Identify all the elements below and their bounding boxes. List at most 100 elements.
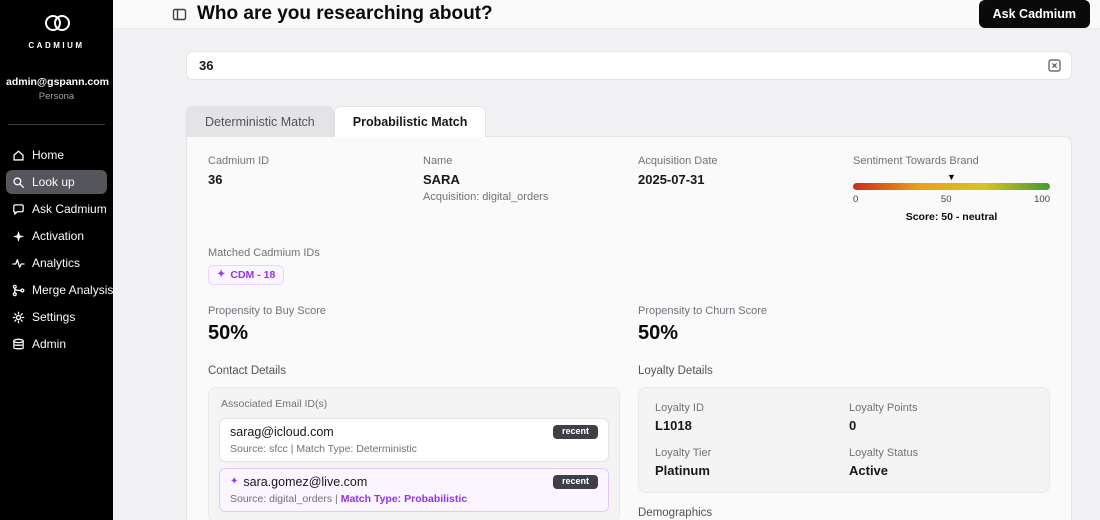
home-icon: [12, 149, 25, 162]
field-value: Active: [849, 462, 889, 478]
loyalty-id-field: Loyalty ID L1018: [655, 402, 839, 433]
email-source: Source: digital_orders | Match Type: Pro…: [230, 493, 598, 505]
sidebar-item-activation[interactable]: Activation: [6, 224, 107, 248]
field-value: 0: [849, 417, 857, 433]
scale-min: 0: [853, 194, 859, 205]
loyalty-details-section: Loyalty Details Loyalty ID L1018 Loyalty…: [638, 365, 1050, 520]
merge-icon: [12, 284, 25, 297]
tab-deterministic-match[interactable]: Deterministic Match: [186, 106, 334, 137]
propensity-churn-field: Propensity to Churn Score 50%: [638, 305, 1050, 345]
field-value: SARA: [423, 172, 460, 187]
content: Deterministic Match Probabilistic Match …: [113, 29, 1100, 520]
emails-card-label: Associated Email ID(s): [221, 397, 328, 410]
field-label: Propensity to Buy Score: [208, 304, 327, 317]
sparkle-icon: ✦: [217, 269, 226, 280]
cadmium-id-field: Cadmium ID 36: [208, 155, 405, 223]
sentiment-label: Sentiment Towards Brand: [853, 155, 979, 167]
sidebar-item-merge-analysis[interactable]: Merge Analysis: [6, 278, 113, 302]
contact-details-title: Contact Details: [208, 364, 286, 377]
field-label: Name: [423, 155, 453, 167]
sentiment-marker-icon: ▼: [947, 172, 956, 182]
matched-ids-label: Matched Cadmium IDs: [208, 247, 320, 259]
sentiment-scale: 0 50 100: [853, 194, 1050, 205]
matched-id-chip-label: CDM - 18: [230, 268, 276, 281]
pulse-icon: [12, 257, 25, 270]
email-address: sarag@icloud.com: [230, 424, 334, 439]
matched-id-chip[interactable]: ✦ CDM - 18: [208, 264, 285, 285]
sentiment-gradient-bar: [853, 183, 1050, 190]
field-label: Loyalty Points: [849, 401, 918, 414]
sidebar-item-label: Ask Cadmium: [32, 202, 107, 216]
sidebar-item-label: Settings: [32, 310, 76, 324]
propensity-buy-value: 50%: [208, 321, 249, 344]
field-value: L1018: [655, 417, 692, 433]
sidebar-toggle-icon[interactable]: [172, 7, 187, 22]
recent-badge: recent: [552, 474, 598, 489]
stack-icon: [12, 338, 25, 351]
gear-icon: [12, 311, 25, 324]
field-label: Cadmium ID: [208, 155, 270, 167]
app-logo: CADMIUM: [6, 12, 107, 50]
demographics-section: Demographics Age 36 Gender F: [638, 507, 1050, 520]
user-email: admin@gspann.com: [6, 76, 110, 88]
clear-input-icon[interactable]: [1047, 58, 1062, 73]
tab-probabilistic-match[interactable]: Probabilistic Match: [333, 106, 487, 137]
field-label: Loyalty ID: [655, 401, 704, 414]
profile-panel: Cadmium ID 36 Name SARA Acquisition: dig…: [186, 136, 1072, 520]
field-label: Acquisition Date: [638, 155, 718, 167]
ask-cadmium-button[interactable]: Ask Cadmium: [978, 0, 1090, 28]
sidebar: CADMIUM admin@gspann.com Persona Home Lo…: [0, 0, 113, 520]
user-role: Persona: [38, 91, 75, 102]
details-row: Contact Details Associated Email ID(s) s…: [208, 365, 1050, 520]
field-label: Propensity to Churn Score: [638, 304, 768, 317]
page-header: Who are you researching about? Ask Cadmi…: [113, 0, 1100, 29]
loyalty-points-field: Loyalty Points 0: [849, 402, 1033, 433]
sidebar-item-label: Admin: [32, 337, 67, 351]
sidebar-item-settings[interactable]: Settings: [6, 305, 107, 329]
scale-mid: 50: [940, 194, 952, 205]
sidebar-item-label: Activation: [32, 229, 85, 243]
cadmium-logo-icon: [40, 12, 74, 39]
field-label: Loyalty Tier: [655, 446, 712, 459]
search-icon: [12, 176, 25, 189]
emails-card: Associated Email ID(s) sarag@icloud.com …: [208, 386, 620, 520]
profile-summary-row: Cadmium ID 36 Name SARA Acquisition: dig…: [208, 155, 1050, 223]
sidebar-item-admin[interactable]: Admin: [6, 332, 107, 356]
field-value: 36: [208, 172, 223, 187]
sidebar-item-ask-cadmium[interactable]: Ask Cadmium: [6, 197, 107, 221]
loyalty-card: Loyalty ID L1018 Loyalty Points 0 Loyalt…: [638, 386, 1050, 493]
sidebar-item-label: Merge Analysis: [32, 283, 114, 297]
app-logo-text: CADMIUM: [28, 41, 85, 50]
loyalty-details-title: Loyalty Details: [638, 364, 713, 377]
loyalty-status-field: Loyalty Status Active: [849, 447, 1033, 478]
email-address: sara.gomez@live.com: [243, 474, 368, 489]
search-input[interactable]: [186, 51, 1072, 80]
sidebar-item-analytics[interactable]: Analytics: [6, 251, 107, 275]
propensity-churn-value: 50%: [638, 321, 679, 344]
name-field: Name SARA Acquisition: digital_orders: [423, 155, 620, 223]
sidebar-nav: Home Look up Ask Cadmium Activation Anal…: [6, 143, 113, 356]
scale-max: 100: [1034, 194, 1050, 205]
loyalty-tier-field: Loyalty Tier Platinum: [655, 447, 839, 478]
propensity-buy-field: Propensity to Buy Score 50%: [208, 305, 620, 345]
field-label: Loyalty Status: [849, 446, 919, 459]
field-value: 2025-07-31: [638, 172, 705, 187]
matched-ids-block: Matched Cadmium IDs ✦ CDM - 18: [208, 247, 1050, 285]
sidebar-divider: [8, 124, 105, 125]
email-row-probabilistic: ✦ sara.gomez@live.com recent Source: dig…: [219, 467, 609, 512]
sidebar-item-label: Look up: [32, 175, 75, 189]
email-source: Source: sfcc | Match Type: Deterministic: [230, 442, 417, 455]
page-title: Who are you researching about?: [197, 3, 493, 24]
email-row: sarag@icloud.com recent Source: sfcc | M…: [219, 417, 609, 462]
sidebar-item-lookup[interactable]: Look up: [6, 170, 107, 194]
sparkle-icon: ✦: [230, 476, 239, 487]
contact-details-section: Contact Details Associated Email ID(s) s…: [208, 365, 620, 520]
propensity-row: Propensity to Buy Score 50% Propensity t…: [208, 305, 1050, 345]
demographics-title: Demographics: [638, 506, 713, 519]
sidebar-item-label: Home: [32, 148, 65, 162]
email-source-prefix: Source: digital_orders |: [230, 492, 341, 505]
sparkle-icon: [12, 230, 25, 243]
acquisition-date-field: Acquisition Date 2025-07-31: [638, 155, 835, 223]
email-match-type: Match Type: Probabilistic: [340, 492, 468, 505]
sidebar-item-home[interactable]: Home: [6, 143, 107, 167]
